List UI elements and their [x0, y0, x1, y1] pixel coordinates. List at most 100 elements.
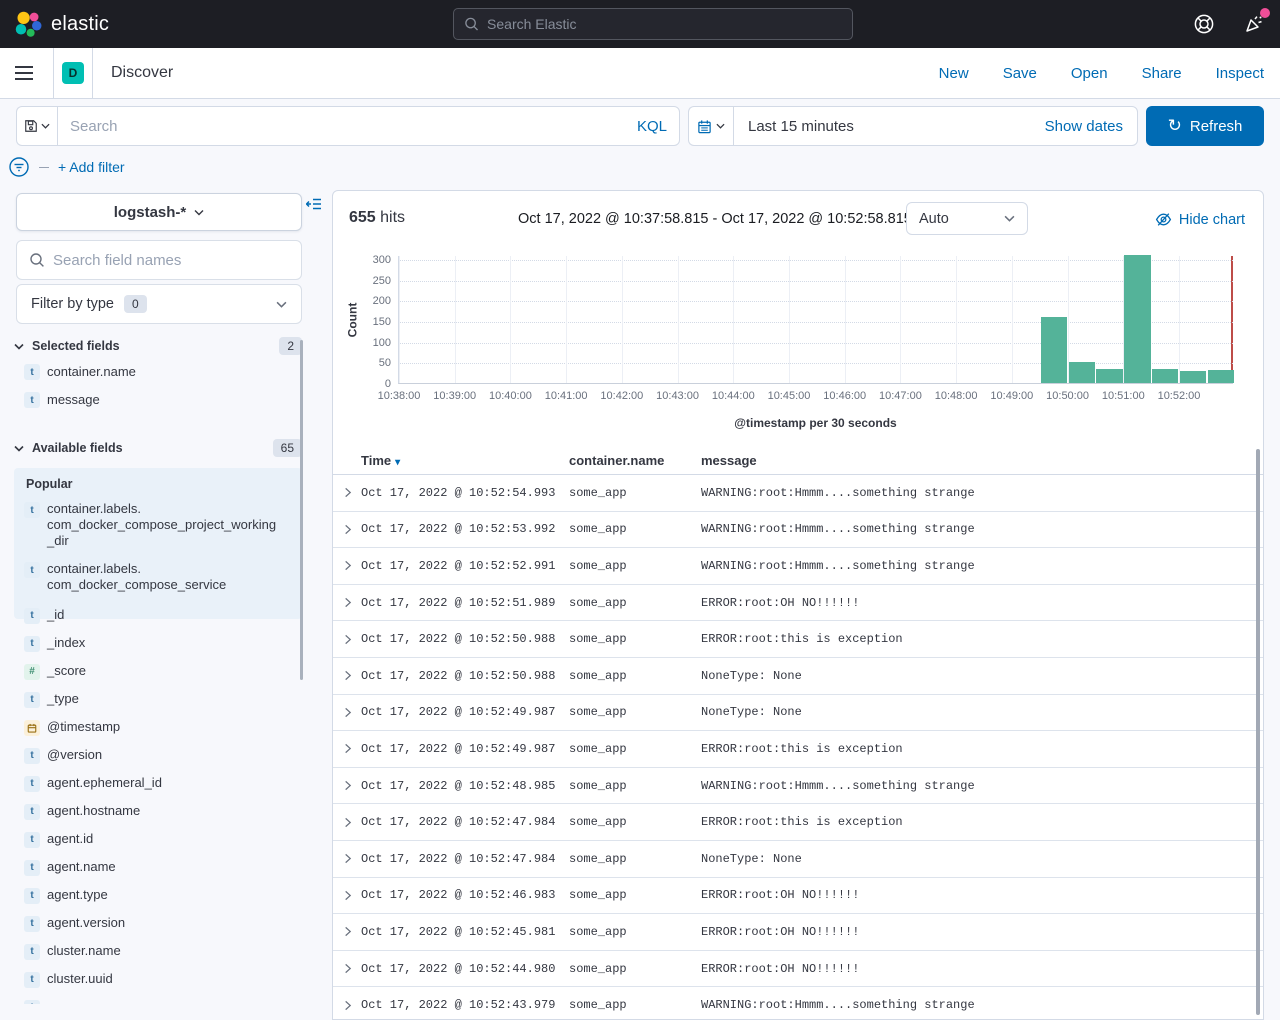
expand-row-icon[interactable]	[333, 926, 361, 937]
cell-message: WARNING:root:Hmmm....something strange	[701, 998, 1263, 1012]
filter-icon[interactable]	[8, 156, 30, 178]
query-language-button[interactable]: KQL	[637, 118, 667, 135]
field-item-agent.type[interactable]: tagent.type	[14, 881, 302, 909]
chart-plot-area[interactable]: 10:38:0010:39:0010:40:0010:41:0010:42:00…	[398, 256, 1233, 384]
global-search-input[interactable]	[487, 16, 842, 32]
discover-main-panel: 655 hits Oct 17, 2022 @ 10:37:58.815 - O…	[332, 190, 1264, 1020]
interval-select[interactable]: Auto	[906, 202, 1028, 235]
field-item-cluster.name[interactable]: tcluster.name	[14, 937, 302, 965]
column-header-message[interactable]: message	[701, 453, 1263, 468]
expand-row-icon[interactable]	[333, 707, 361, 718]
table-row[interactable]: Oct 17, 2022 @ 10:52:44.980some_appERROR…	[333, 951, 1263, 988]
field-item-agent.hostname[interactable]: tagent.hostname	[14, 797, 302, 825]
field-item-agent.name[interactable]: tagent.name	[14, 853, 302, 881]
y-tick: 100	[345, 337, 391, 349]
table-row[interactable]: Oct 17, 2022 @ 10:52:54.993some_appWARNI…	[333, 475, 1263, 512]
save-button[interactable]: Save	[1003, 65, 1037, 82]
cell-time: Oct 17, 2022 @ 10:52:54.993	[361, 486, 569, 500]
table-row[interactable]: Oct 17, 2022 @ 10:52:45.981some_appERROR…	[333, 914, 1263, 951]
table-row[interactable]: Oct 17, 2022 @ 10:52:47.984some_appNoneT…	[333, 841, 1263, 878]
expand-row-icon[interactable]	[333, 1000, 361, 1011]
field-type-text-icon: t	[24, 804, 40, 820]
field-type-number-icon: #	[24, 664, 40, 680]
sort-descending-icon[interactable]: ▾	[395, 457, 400, 468]
field-name: container.labels.com_docker_compose_serv…	[47, 561, 226, 593]
available-fields-header[interactable]: Available fields 65	[14, 438, 302, 458]
eye-closed-icon	[1155, 211, 1172, 228]
index-pattern-switcher[interactable]: logstash-*	[16, 193, 302, 231]
expand-row-icon[interactable]	[333, 560, 361, 571]
field-item[interactable]: tcontainer.labels.com_docker_compose_pro…	[24, 501, 292, 549]
histogram-bar-10:51:30	[1152, 369, 1178, 383]
field-item-agent.ephemeral_id[interactable]: tagent.ephemeral_id	[14, 769, 302, 797]
field-item[interactable]: tcontainer.labels.com_docker_compose_ser…	[24, 561, 292, 593]
expand-row-icon[interactable]	[333, 634, 361, 645]
time-range-field[interactable]: Last 15 minutes Show dates	[733, 106, 1138, 146]
open-button[interactable]: Open	[1071, 65, 1108, 82]
new-button[interactable]: New	[939, 65, 969, 82]
expand-row-icon[interactable]	[333, 524, 361, 535]
field-item-@version[interactable]: t@version	[14, 741, 302, 769]
collapse-sidebar-icon[interactable]	[306, 196, 322, 212]
menu-icon[interactable]	[0, 48, 48, 98]
table-row[interactable]: Oct 17, 2022 @ 10:52:52.991some_appWARNI…	[333, 548, 1263, 585]
field-item[interactable]: t	[14, 993, 302, 1004]
expand-row-icon[interactable]	[333, 890, 361, 901]
date-quick-select-button[interactable]	[688, 106, 733, 146]
expand-row-icon[interactable]	[333, 963, 361, 974]
table-scrollbar[interactable]	[1256, 449, 1260, 1015]
hide-chart-button[interactable]: Hide chart	[1155, 211, 1245, 228]
field-item-agent.id[interactable]: tagent.id	[14, 825, 302, 853]
table-row[interactable]: Oct 17, 2022 @ 10:52:49.987some_appERROR…	[333, 731, 1263, 768]
field-item-_type[interactable]: t_type	[14, 685, 302, 713]
field-item-_id[interactable]: t_id	[14, 601, 302, 629]
refresh-button[interactable]: ↻ Refresh	[1146, 106, 1264, 146]
filter-by-type-button[interactable]: Filter by type 0	[16, 284, 302, 324]
show-dates-button[interactable]: Show dates	[1045, 118, 1123, 135]
field-search[interactable]	[16, 240, 302, 280]
time-range-value[interactable]: Last 15 minutes	[748, 118, 854, 135]
selected-fields-header[interactable]: Selected fields 2	[14, 336, 302, 356]
table-row[interactable]: Oct 17, 2022 @ 10:52:53.992some_appWARNI…	[333, 512, 1263, 549]
field-item-container.name[interactable]: tcontainer.name	[14, 362, 302, 381]
help-icon[interactable]	[1192, 12, 1216, 36]
expand-row-icon[interactable]	[333, 817, 361, 828]
field-item-@timestamp[interactable]: @timestamp	[14, 713, 302, 741]
expand-row-icon[interactable]	[333, 670, 361, 681]
sidebar-scrollbar[interactable]	[300, 340, 303, 680]
search-input[interactable]	[70, 118, 637, 135]
expand-row-icon[interactable]	[333, 853, 361, 864]
table-row[interactable]: Oct 17, 2022 @ 10:52:51.989some_appERROR…	[333, 585, 1263, 622]
table-row[interactable]: Oct 17, 2022 @ 10:52:46.983some_appERROR…	[333, 878, 1263, 915]
elastic-logo[interactable]: elastic	[0, 10, 109, 38]
field-name: @timestamp	[47, 719, 120, 735]
table-row[interactable]: Oct 17, 2022 @ 10:52:43.979some_appWARNI…	[333, 987, 1263, 1019]
field-item-agent.version[interactable]: tagent.version	[14, 909, 302, 937]
table-row[interactable]: Oct 17, 2022 @ 10:52:47.984some_appERROR…	[333, 804, 1263, 841]
expand-row-icon[interactable]	[333, 780, 361, 791]
kql-query-input[interactable]: KQL	[57, 106, 680, 146]
field-item-_index[interactable]: t_index	[14, 629, 302, 657]
table-row[interactable]: Oct 17, 2022 @ 10:52:49.987some_appNoneT…	[333, 695, 1263, 732]
newsfeed-icon[interactable]	[1242, 12, 1266, 36]
share-button[interactable]: Share	[1142, 65, 1182, 82]
table-row[interactable]: Oct 17, 2022 @ 10:52:48.985some_appWARNI…	[333, 768, 1263, 805]
global-search[interactable]	[453, 8, 853, 40]
inspect-button[interactable]: Inspect	[1216, 65, 1264, 82]
saved-query-menu-button[interactable]	[16, 106, 57, 146]
field-item-message[interactable]: tmessage	[14, 390, 302, 409]
expand-row-icon[interactable]	[333, 487, 361, 498]
v-gridline	[789, 256, 790, 383]
popular-fields-section: Popular tcontainer.labels.com_docker_com…	[14, 468, 302, 619]
column-header-container-name[interactable]: container.name	[569, 453, 701, 468]
expand-row-icon[interactable]	[333, 597, 361, 608]
field-item-_score[interactable]: #_score	[14, 657, 302, 685]
table-row[interactable]: Oct 17, 2022 @ 10:52:50.988some_appERROR…	[333, 621, 1263, 658]
field-search-input[interactable]	[53, 252, 289, 269]
expand-row-icon[interactable]	[333, 743, 361, 754]
field-item-cluster.uuid[interactable]: tcluster.uuid	[14, 965, 302, 993]
table-row[interactable]: Oct 17, 2022 @ 10:52:50.988some_appNoneT…	[333, 658, 1263, 695]
column-header-time[interactable]: Time▾	[361, 453, 569, 468]
y-tick: 150	[345, 316, 391, 328]
add-filter-button[interactable]: + Add filter	[58, 159, 125, 175]
